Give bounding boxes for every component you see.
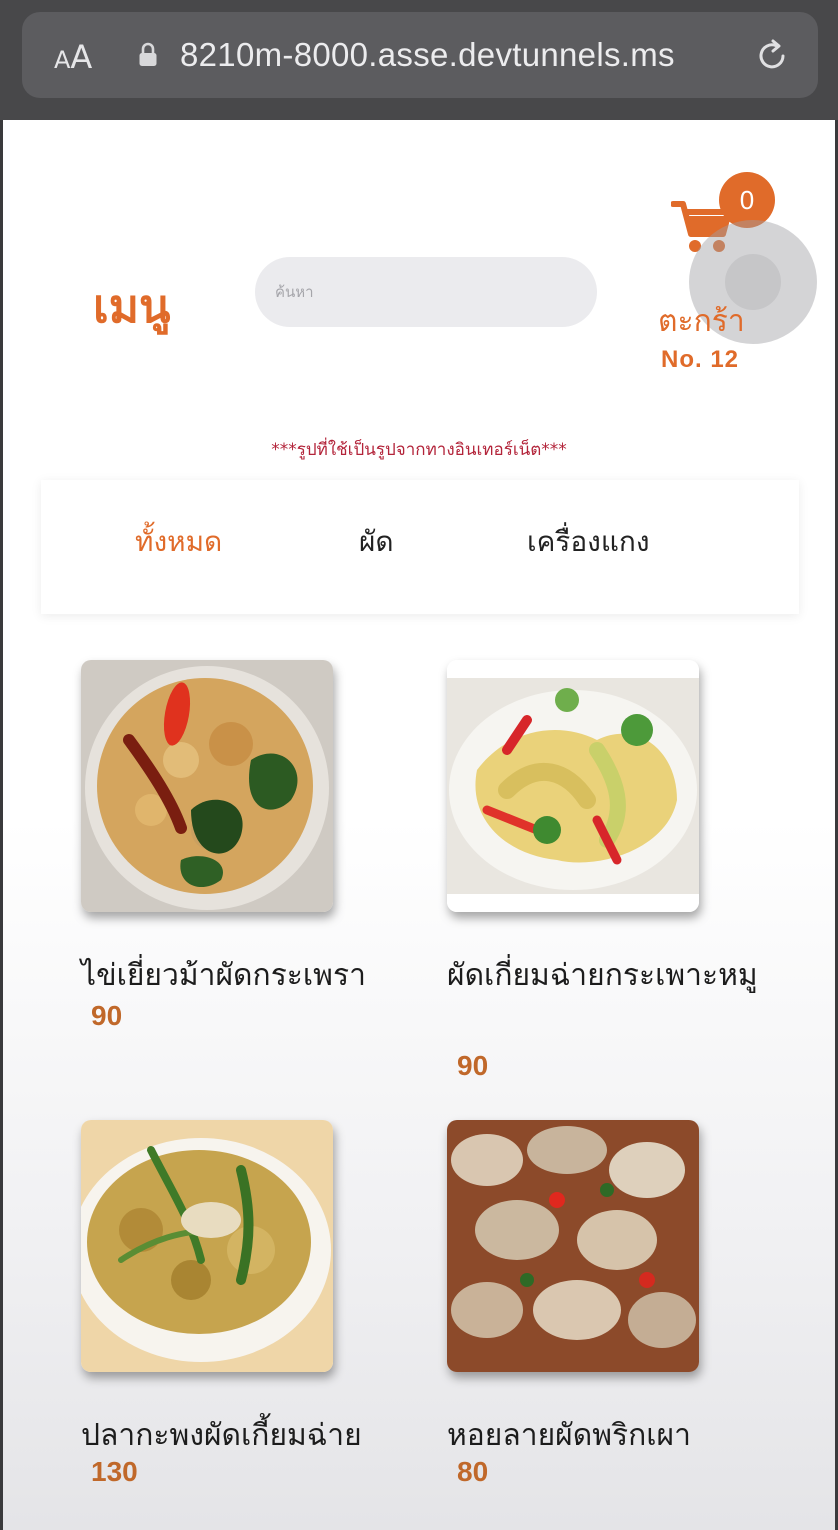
text-size-button[interactable]: AA [54, 38, 92, 76]
page-title: เมนู [93, 279, 171, 333]
text-size-small-label: A [54, 46, 71, 74]
dish-image[interactable] [81, 660, 333, 912]
dish-name: ไข่เยี่ยวม้าผัดกระเพรา [81, 958, 366, 993]
tab-all[interactable]: ทั้งหมด [135, 520, 222, 564]
address-bar[interactable]: AA 8210m-8000.asse.devtunnels.ms [22, 12, 818, 98]
table-number: No. 12 [661, 346, 740, 373]
tab-curry-paste[interactable]: เครื่องแกง [527, 520, 650, 564]
category-tabs: ทั้งหมด ผัด เครื่องแกง [41, 480, 799, 614]
dish-image[interactable] [447, 660, 699, 912]
dish-image[interactable] [447, 1120, 699, 1372]
dish-price: 80 [457, 1456, 489, 1487]
dish-name: หอยลายผัดพริกเผา [447, 1418, 691, 1453]
page-content: เมนู 0 ตะกร้า No. 12 ***รูปที่ใช้เป็นรูป… [3, 120, 835, 1530]
dish-price: 130 [91, 1456, 138, 1487]
tab-stir-fry[interactable]: ผัด [359, 520, 394, 564]
dish-price: 90 [457, 1050, 489, 1081]
text-size-big-label: A [70, 38, 93, 76]
dish-price: 90 [91, 1000, 123, 1031]
image-notice: ***รูปที่ใช้เป็นรูปจากทางอินเทอร์เน็ต*** [271, 440, 567, 460]
reload-icon[interactable] [754, 38, 790, 74]
dish-name: ผัดเกี่ยมฉ่ายกระเพาะหมู [447, 958, 758, 993]
dish-image[interactable] [81, 1120, 333, 1372]
dish-name: ปลากะพงผัดเกี้ยมฉ่าย [81, 1418, 362, 1453]
url-text[interactable]: 8210m-8000.asse.devtunnels.ms [180, 36, 675, 74]
lock-icon [139, 42, 157, 66]
browser-toolbar: AA 8210m-8000.asse.devtunnels.ms [0, 0, 838, 120]
search-input[interactable] [255, 257, 597, 327]
cart-label[interactable]: ตะกร้า [658, 298, 745, 345]
